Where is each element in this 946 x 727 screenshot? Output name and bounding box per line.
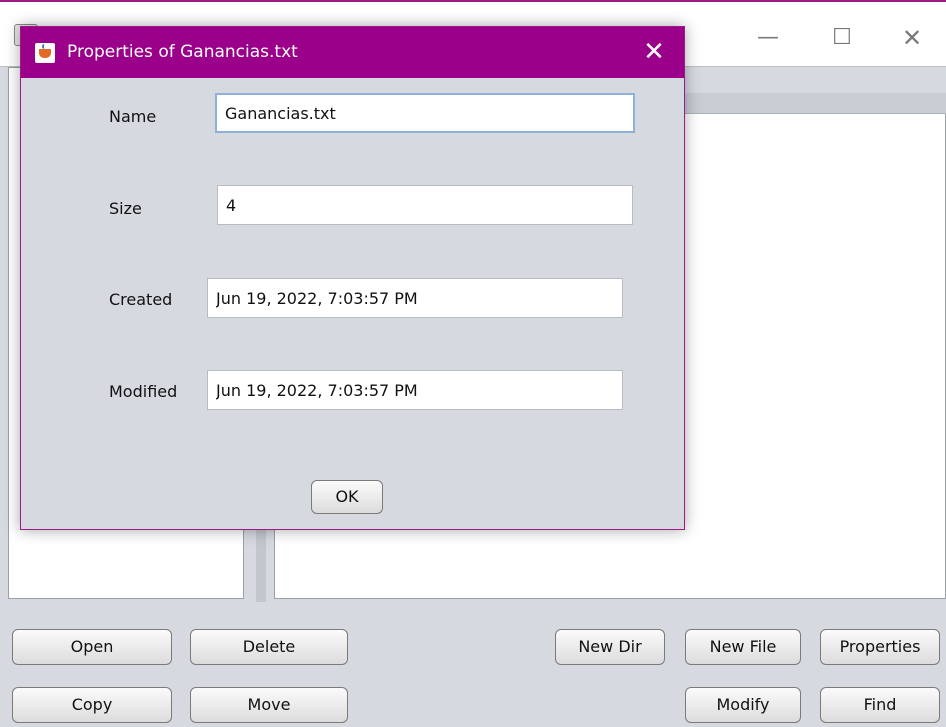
maximize-icon[interactable]: ☐ [822,24,862,52]
properties-dialog: Properties of Ganancias.txt ✕ Name Size … [20,26,685,530]
ok-button[interactable]: OK [311,480,383,514]
properties-button[interactable]: Properties [820,629,940,665]
dialog-titlebar[interactable]: Properties of Ganancias.txt ✕ [21,27,684,78]
close-icon[interactable]: ✕ [892,24,932,52]
move-button[interactable]: Move [190,687,348,723]
modify-button[interactable]: Modify [685,687,801,723]
created-label: Created [109,290,173,309]
new-file-button[interactable]: New File [685,629,801,665]
created-field[interactable] [207,278,623,318]
dialog-title: Properties of Ganancias.txt [67,42,298,62]
new-dir-button[interactable]: New Dir [555,629,665,665]
copy-button[interactable]: Copy [12,687,172,723]
java-coffee-cup-icon [35,43,55,63]
modified-field[interactable] [207,370,623,410]
open-button[interactable]: Open [12,629,172,665]
dialog-close-icon[interactable]: ✕ [637,36,671,68]
delete-button[interactable]: Delete [190,629,348,665]
size-field[interactable] [217,185,633,225]
size-label: Size [109,199,142,218]
name-label: Name [109,107,157,126]
name-field[interactable] [215,93,635,133]
modified-label: Modified [109,382,178,401]
minimize-icon[interactable]: — [748,24,788,52]
main-window-border [0,0,946,11]
find-button[interactable]: Find [820,687,940,723]
